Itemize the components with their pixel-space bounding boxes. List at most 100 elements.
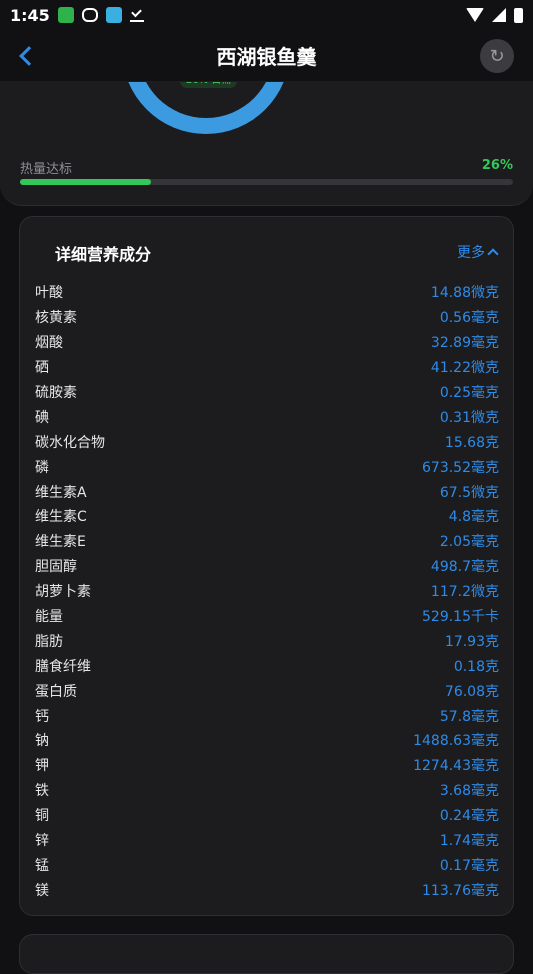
nutrient-value: 498.7毫克 — [430, 559, 499, 576]
nutrient-name: 锌 — [35, 833, 49, 850]
wifi-icon — [466, 8, 484, 22]
nutrient-value: 32.89毫克 — [430, 335, 499, 352]
refresh-icon: ↻ — [489, 45, 505, 67]
nutrient-name: 膳食纤维 — [35, 658, 91, 675]
nutrition-title: 详细营养成分 — [55, 245, 152, 264]
nutrition-row: 钙 57.8毫克 — [35, 703, 499, 728]
more-label: 更多 — [457, 245, 485, 261]
nutrient-value: 1274.43毫克 — [413, 758, 499, 775]
nutrient-name: 镁 — [35, 882, 49, 899]
nutrient-value: 76.08克 — [444, 683, 499, 700]
nutrient-name: 叶酸 — [35, 285, 63, 302]
nutrient-value: 14.88微克 — [430, 285, 499, 302]
nutrient-name: 硒 — [35, 360, 49, 377]
nutrient-value: 117.2微克 — [430, 584, 499, 601]
nutrient-value: 529.15千卡 — [422, 609, 499, 626]
nutrition-row: 维生素C 4.8毫克 — [35, 504, 499, 529]
chevron-left-icon — [19, 46, 39, 66]
nutrient-name: 硫胺素 — [35, 385, 77, 401]
nutrient-value: 2.05毫克 — [439, 534, 499, 551]
nutrient-name: 能量 — [35, 609, 63, 626]
nutrient-name: 蛋白质 — [35, 683, 77, 700]
energy-label: 热量达标 — [20, 162, 73, 177]
nutrition-row: 磷 673.52毫克 — [35, 454, 499, 479]
nutrient-value: 0.17毫克 — [439, 857, 499, 874]
nutrition-row: 维生素A 67.5微克 — [35, 479, 499, 504]
nutrition-row: 叶酸 14.88微克 — [35, 280, 499, 305]
nutrition-row: 核黄素 0.56毫克 — [35, 305, 499, 330]
nutrient-name: 胆固醇 — [35, 559, 77, 576]
nutrition-row: 胆固醇 498.7毫克 — [35, 554, 499, 579]
nutrient-name: 维生素A — [35, 484, 87, 501]
nutrient-name: 锰 — [35, 857, 49, 874]
nutrient-value: 113.76毫克 — [422, 882, 499, 899]
app-notification-icon — [57, 7, 74, 23]
nutrient-name: 维生素E — [35, 534, 86, 551]
nutrition-row: 维生素E 2.05毫克 — [35, 529, 499, 554]
nutrient-name: 烟酸 — [35, 335, 63, 352]
nutrient-name: 铁 — [35, 783, 49, 800]
nutrition-list: 叶酸 14.88微克核黄素 0.56毫克烟酸 32.89毫克硒 41.22微克硫胺素 0.… — [35, 280, 499, 902]
nutrition-row: 钾 1274.43毫克 — [35, 753, 499, 778]
nutrient-name: 铜 — [35, 808, 49, 825]
chevron-up-icon — [487, 248, 499, 260]
nutrient-name: 碳水化合物 — [35, 434, 105, 451]
status-bar: 1:45 — [0, 0, 533, 30]
nutrient-value: 17.93克 — [444, 633, 499, 650]
nutrient-value: 0.25毫克 — [439, 385, 499, 401]
nutrition-row: 硫胺素 0.25毫克 — [35, 380, 499, 405]
nutrient-value: 0.56毫克 — [439, 310, 499, 327]
nutrition-row: 碳水化合物 15.68克 — [35, 429, 499, 454]
nutrient-value: 1488.63毫克 — [413, 733, 499, 750]
nutrient-name: 钾 — [35, 758, 49, 775]
nutrition-row: 锌 1.74毫克 — [35, 828, 499, 853]
energy-progress-track — [20, 179, 513, 185]
energy-percent: 26% — [481, 158, 513, 173]
page-title: 西湖银鱼羹 — [216, 45, 317, 69]
next-card — [19, 934, 514, 974]
nutrition-row: 钠 1488.63毫克 — [35, 728, 499, 753]
nutrient-value: 15.68克 — [444, 434, 499, 451]
bug-icon — [81, 8, 98, 22]
nutrient-name: 胡萝卜素 — [35, 584, 91, 601]
nutrient-value: 1.74毫克 — [439, 833, 499, 850]
nutrition-row: 脂肪 17.93克 — [35, 628, 499, 653]
nutrient-value: 67.5微克 — [439, 484, 499, 501]
nutrition-row: 铜 0.24毫克 — [35, 803, 499, 828]
nutrient-value: 3.68毫克 — [439, 783, 499, 800]
nutrient-name: 钠 — [35, 733, 49, 750]
nutrition-row: 胡萝卜素 117.2微克 — [35, 579, 499, 604]
energy-progress-fill — [20, 179, 151, 185]
nutrient-value: 673.52毫克 — [422, 459, 499, 476]
download-done-icon — [129, 8, 144, 22]
nutrition-row: 膳食纤维 0.18克 — [35, 653, 499, 678]
nutrient-value: 0.18克 — [453, 658, 499, 675]
nutrient-value: 41.22微克 — [430, 360, 499, 377]
signal-icon — [492, 8, 506, 22]
nutrition-card: 详细营养成分 更多 叶酸 14.88微克核黄素 0.56毫克烟酸 32.89毫克硒 41… — [19, 216, 514, 916]
refresh-button[interactable]: ↻ — [480, 39, 514, 73]
nutrient-name: 磷 — [35, 459, 49, 476]
status-time: 1:45 — [10, 5, 50, 25]
nutrient-name: 核黄素 — [35, 310, 77, 327]
nutrient-value: 4.8毫克 — [448, 509, 499, 526]
nutrition-row: 硒 41.22微克 — [35, 355, 499, 380]
nutrition-row: 碘 0.31微克 — [35, 404, 499, 429]
nutrition-row: 蛋白质 76.08克 — [35, 678, 499, 703]
nutrition-row: 铁 3.68毫克 — [35, 778, 499, 803]
status-right — [466, 7, 523, 23]
app-notification-icon-2 — [105, 7, 122, 23]
nutrient-name: 钙 — [35, 708, 49, 725]
nutrient-name: 维生素C — [35, 509, 87, 526]
top-app-bar: 西湖银鱼羹 ↻ — [0, 30, 533, 82]
back-button[interactable] — [12, 42, 40, 70]
nutrient-name: 脂肪 — [35, 633, 63, 650]
more-button[interactable]: 更多 — [457, 242, 499, 262]
nutrient-value: 0.24毫克 — [439, 808, 499, 825]
battery-icon — [514, 7, 523, 23]
nutrient-name: 碘 — [35, 409, 49, 426]
nutrient-value: 0.31微克 — [439, 409, 499, 426]
nutrition-row: 锰 0.17毫克 — [35, 852, 499, 877]
nutrition-row: 能量 529.15千卡 — [35, 604, 499, 629]
nutrition-row: 镁 113.76毫克 — [35, 877, 499, 902]
